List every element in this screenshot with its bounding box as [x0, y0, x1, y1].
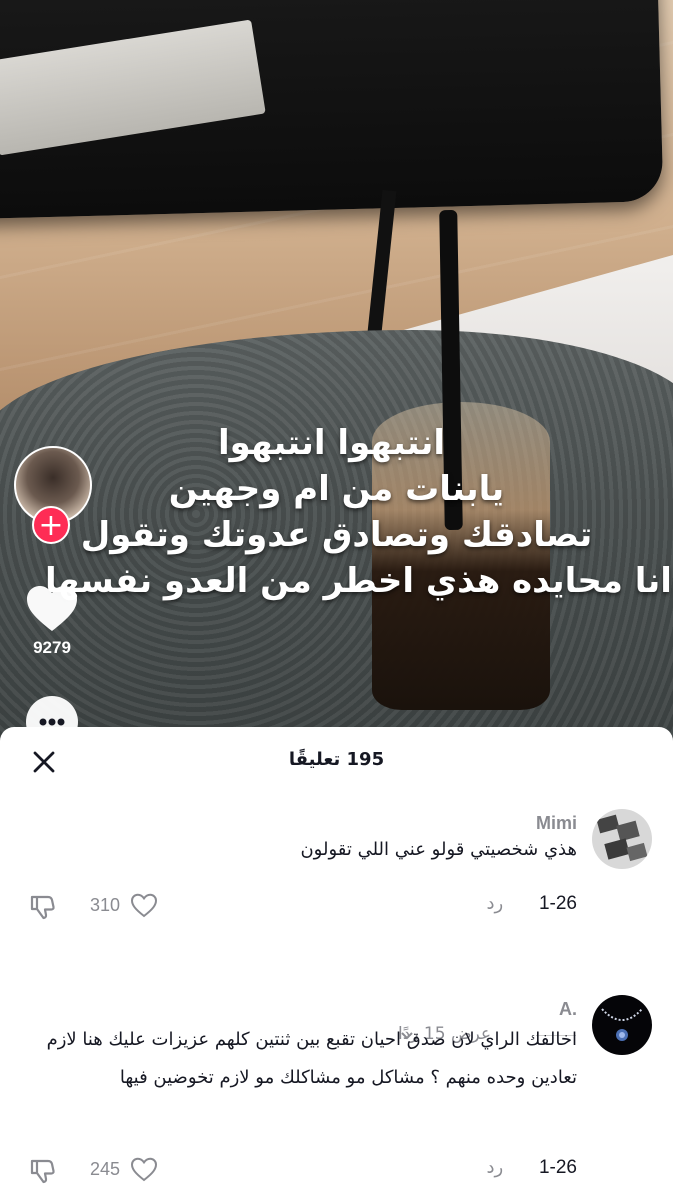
comments-count-title: 195 تعليقًا: [288, 749, 385, 770]
comment-date: 1-26: [538, 1157, 577, 1178]
avatar-necklace-icon: [592, 995, 652, 1055]
reply-button[interactable]: رد: [487, 893, 504, 914]
heart-icon: [27, 586, 77, 631]
video-caption: انتبهوا انتبهوا يابنات من ام وجهين تصادق…: [0, 420, 673, 604]
dislike-icon: [30, 895, 55, 920]
comments-sheet: 195 تعليقًا Mimi هذي شخصيتي قولو عني الل…: [0, 727, 673, 1200]
like-count: 9279: [33, 638, 71, 657]
comment-item: A. اخالفك الراي لان صدق احيان تقبع بين ث…: [0, 995, 673, 1200]
comment-meta: 1-26 رد: [487, 1157, 577, 1179]
comment-like-count: 245: [90, 1159, 121, 1179]
comment-like-count: 310: [90, 895, 121, 915]
comment-meta: 1-26 رد: [487, 893, 577, 915]
caption-line: تصادقك وتصادق عدوتك وتقول: [80, 515, 593, 555]
comment-avatar[interactable]: [592, 809, 652, 869]
comment-like-button[interactable]: [130, 893, 158, 919]
more-icon: [39, 718, 65, 726]
reply-button[interactable]: رد: [487, 1157, 504, 1178]
heart-icon: [130, 893, 158, 918]
comment-dislike-button[interactable]: [28, 1157, 56, 1185]
comment-text: اخالفك الراي لان صدق احيان تقبع بين ثنتي…: [46, 1029, 577, 1088]
like-button[interactable]: [24, 584, 80, 634]
dislike-icon: [30, 1159, 55, 1184]
plus-icon: +: [38, 508, 64, 543]
comment-like-button[interactable]: [130, 1157, 158, 1183]
comment-item: Mimi هذي شخصيتي قولو عني اللي تقولون 1-2…: [0, 809, 673, 1044]
avatar-photo-icon: [592, 809, 652, 869]
follow-button[interactable]: +: [32, 506, 70, 544]
comment-dislike-button[interactable]: [28, 893, 56, 921]
heart-icon: [130, 1157, 158, 1182]
caption-line: انا محايده هذي اخطر من العدو نفسها: [45, 561, 672, 601]
video-player[interactable]: انتبهوا انتبهوا يابنات من ام وجهين تصادق…: [0, 0, 673, 760]
comment-username[interactable]: A.: [559, 999, 577, 1020]
caption-line: يابنات من ام وجهين: [168, 469, 505, 509]
caption-line: انتبهوا انتبهوا: [217, 423, 446, 463]
comment-avatar[interactable]: [592, 995, 652, 1055]
comment-date: 1-26: [538, 893, 577, 914]
comment-text: هذي شخصيتي قولو عني اللي تقولون: [300, 839, 577, 860]
